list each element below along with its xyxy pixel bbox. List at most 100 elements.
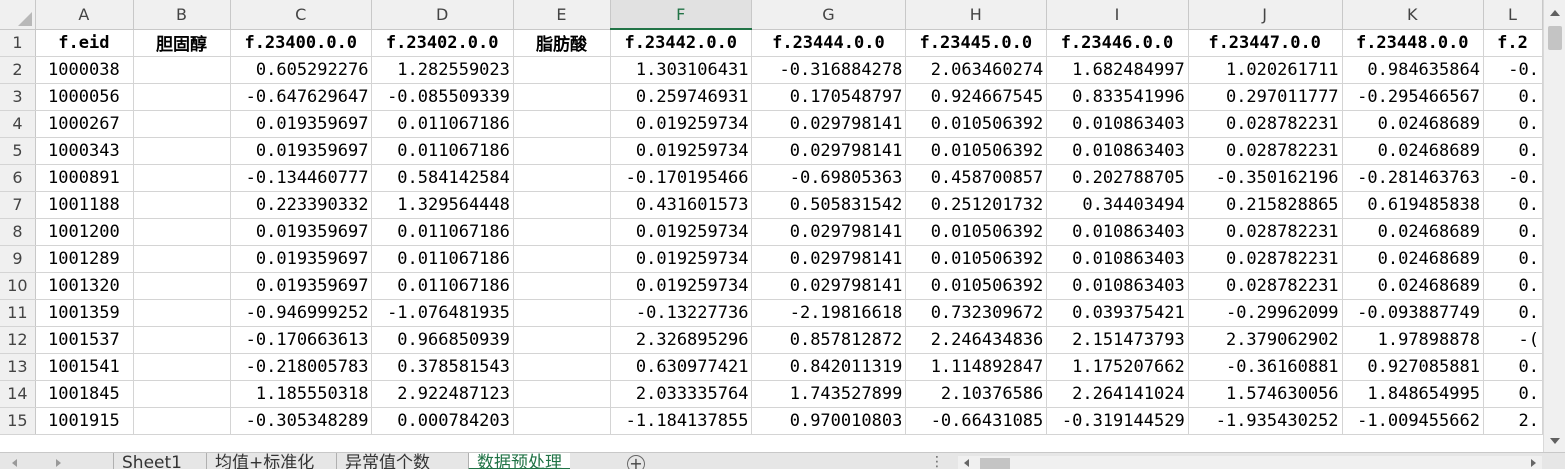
data-cell[interactable]: 0.028782231 [1188,110,1343,138]
data-cell[interactable]: 0.842011319 [751,353,907,381]
data-cell[interactable] [513,407,612,435]
data-cell[interactable]: 0. [1483,245,1543,273]
header-cell[interactable]: f.23445.0.0 [905,29,1048,57]
data-cell[interactable] [133,299,232,327]
data-cell[interactable]: 0.019259734 [610,245,753,273]
select-all-corner[interactable] [0,0,36,30]
sheet-tab-data-preprocessing[interactable]: 数据预处理 [468,453,570,469]
data-cell[interactable]: 0.029798141 [751,137,907,165]
data-cell[interactable]: 1001188 [35,191,134,219]
data-cell[interactable]: 1.282559023 [371,56,514,84]
column-header-h[interactable]: H [905,0,1048,30]
data-cell[interactable]: 0.605292276 [230,56,373,84]
header-cell[interactable]: f.eid [35,29,134,57]
data-cell[interactable]: 0.431601573 [610,191,753,219]
data-cell[interactable]: 0.019359697 [230,137,373,165]
data-cell[interactable]: 0.029798141 [751,218,907,246]
data-cell[interactable] [513,245,612,273]
data-cell[interactable] [513,137,612,165]
data-cell[interactable]: 0. [1483,191,1543,219]
data-cell[interactable]: 0.584142584 [371,164,514,192]
data-cell[interactable]: 1000891 [35,164,134,192]
data-cell[interactable]: 0.019259734 [610,137,753,165]
data-cell[interactable]: -0.085509339 [371,83,514,111]
column-header-e[interactable]: E [513,0,612,30]
data-cell[interactable]: 0.170548797 [751,83,907,111]
row-header[interactable]: 7 [0,191,36,219]
tab-scroll-right-icon[interactable] [56,459,61,467]
data-cell[interactable]: 0.378581543 [371,353,514,381]
data-cell[interactable]: 0.028782231 [1188,245,1343,273]
data-cell[interactable]: 0.202788705 [1046,164,1189,192]
data-cell[interactable]: 2.10376586 [905,380,1048,408]
data-cell[interactable]: -0.170195466 [610,164,753,192]
spreadsheet-grid[interactable]: A B C D E F G H I J K L 1 f.eid 胆固醇 f.23400.0.0 f.23402.… [0,0,1543,452]
data-cell[interactable]: -0.66431085 [905,407,1048,435]
data-cell[interactable]: -0.305348289 [230,407,373,435]
data-cell[interactable] [513,353,612,381]
data-cell[interactable]: 0.011067186 [371,272,514,300]
column-header-b[interactable]: B [133,0,232,30]
data-cell[interactable]: 1001289 [35,245,134,273]
data-cell[interactable]: 2.246434836 [905,326,1048,354]
data-cell[interactable]: 0.011067186 [371,245,514,273]
data-cell[interactable]: 1001537 [35,326,134,354]
data-cell[interactable]: 0.000784203 [371,407,514,435]
add-sheet-icon[interactable]: + [627,455,645,469]
data-cell[interactable]: 0.028782231 [1188,137,1343,165]
data-cell[interactable]: 0.010863403 [1046,110,1189,138]
data-cell[interactable]: 0.02468689 [1342,110,1484,138]
data-cell[interactable]: 1000056 [35,83,134,111]
data-cell[interactable]: -0.093887749 [1342,299,1484,327]
row-header[interactable]: 2 [0,56,36,84]
scroll-up-arrow-icon[interactable] [1550,10,1560,16]
column-header-k[interactable]: K [1342,0,1484,30]
data-cell[interactable]: 0.966850939 [371,326,514,354]
data-cell[interactable]: -0. [1483,56,1543,84]
data-cell[interactable] [133,83,232,111]
data-cell[interactable] [133,353,232,381]
data-cell[interactable]: 0.010863403 [1046,272,1189,300]
scroll-left-arrow-icon[interactable] [964,459,969,467]
data-cell[interactable] [133,164,232,192]
horizontal-scroll-thumb[interactable] [980,458,1010,469]
data-cell[interactable] [513,83,612,111]
data-cell[interactable] [513,272,612,300]
data-cell[interactable]: 0. [1483,218,1543,246]
data-cell[interactable]: 0.019259734 [610,110,753,138]
data-cell[interactable]: 2.379062902 [1188,326,1343,354]
data-cell[interactable] [133,407,232,435]
horizontal-scrollbar[interactable] [958,456,1542,469]
data-cell[interactable]: 1.329564448 [371,191,514,219]
data-cell[interactable]: 0.019359697 [230,272,373,300]
data-cell[interactable]: 1001915 [35,407,134,435]
data-cell[interactable]: 1.97898878 [1342,326,1484,354]
data-cell[interactable]: 0.223390332 [230,191,373,219]
data-cell[interactable]: 0.251201732 [905,191,1048,219]
data-cell[interactable]: 0.458700857 [905,164,1048,192]
data-cell[interactable]: 0.010506392 [905,272,1048,300]
data-cell[interactable]: 1001320 [35,272,134,300]
data-cell[interactable]: -0.350162196 [1188,164,1343,192]
row-header[interactable]: 14 [0,380,36,408]
header-cell[interactable]: f.23402.0.0 [371,29,514,57]
data-cell[interactable]: -0.316884278 [751,56,907,84]
data-cell[interactable]: 0.029798141 [751,272,907,300]
tab-scroll-left-icon[interactable] [12,459,17,467]
data-cell[interactable]: -1.935430252 [1188,407,1343,435]
data-cell[interactable]: 0.215828865 [1188,191,1343,219]
data-cell[interactable]: 1000267 [35,110,134,138]
data-cell[interactable]: -( [1483,326,1543,354]
data-cell[interactable]: 0.011067186 [371,137,514,165]
column-header-d[interactable]: D [371,0,514,30]
header-cell[interactable]: f.23447.0.0 [1188,29,1343,57]
row-header[interactable]: 3 [0,83,36,111]
data-cell[interactable]: 1000343 [35,137,134,165]
row-header[interactable]: 8 [0,218,36,246]
data-cell[interactable]: 0. [1483,83,1543,111]
data-cell[interactable]: 0.029798141 [751,110,907,138]
column-header-l[interactable]: L [1483,0,1543,30]
header-cell[interactable]: f.23442.0.0 [610,29,753,57]
data-cell[interactable]: -0.295466567 [1342,83,1484,111]
data-cell[interactable]: 0.029798141 [751,245,907,273]
